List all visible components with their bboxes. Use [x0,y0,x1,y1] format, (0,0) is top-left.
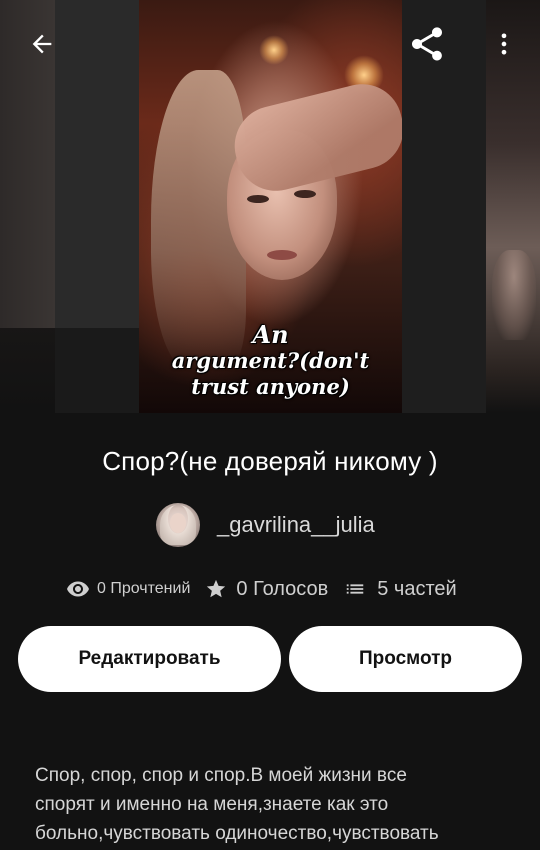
back-button[interactable] [20,24,64,64]
author-link[interactable]: _gavrilina__julia [156,502,375,548]
story-description: Спор, спор, спор и спор.В моей жизни все… [35,761,520,848]
votes-count: 0 Голосов [236,577,329,600]
cover-backdrop-left [55,0,139,413]
description-line: Спор, спор, спор и спор.В моей жизни все [35,765,407,786]
share-button[interactable] [404,22,450,66]
arrow-left-icon [32,34,52,54]
parts-stat[interactable]: 5 частей [344,578,457,601]
more-options-button[interactable] [488,24,520,64]
reads-count: 0 Прочтений [97,580,191,597]
story-details-screen: An argument?(don't trust anyone) Спор?(н [0,0,540,850]
cover-title-text: An argument?(don't trust anyone) [139,322,402,400]
star-icon [205,578,227,600]
reads-stat: 0 Прочтений [66,577,190,601]
parts-count[interactable]: 5 частей [377,578,456,601]
description-line: спорят и именно на меня,знаете как это [35,794,389,815]
avatar[interactable] [156,503,200,547]
list-icon [344,578,366,600]
preview-button[interactable]: Просмотр [289,626,522,692]
story-title: Спор?(не доверяй никому ) [102,446,438,476]
description-line: больно,чувствовать одиночество,чувствова… [35,823,439,844]
share-icon [412,27,442,61]
eye-icon [66,577,90,601]
cover-text-line: trust anyone) [191,374,350,399]
more-vertical-icon [501,33,507,55]
cover-text-line: An [252,320,289,349]
edit-button[interactable]: Редактировать [18,626,281,692]
cover-carousel[interactable]: An argument?(don't trust anyone) [0,0,540,413]
votes-stat: 0 Голосов [205,578,328,601]
cover-text-line: argument?(don't [171,348,370,373]
story-stats: 0 Прочтений 0 Голосов 5 частей [66,574,457,604]
author-name[interactable]: _gavrilina__julia [217,512,375,538]
story-cover-image[interactable]: An argument?(don't trust anyone) [139,0,402,413]
